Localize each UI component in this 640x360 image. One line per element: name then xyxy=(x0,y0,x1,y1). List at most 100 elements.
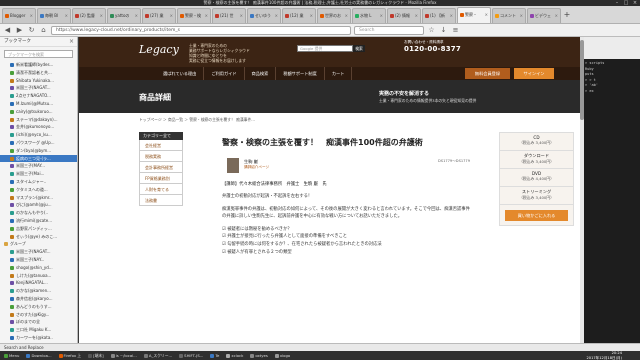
taskbar-item[interactable]: xlogo xyxy=(273,352,292,360)
browser-tab[interactable]: (12) 業 × xyxy=(282,8,316,23)
bookmark-item[interactable]: 米国三子(MAY... xyxy=(0,162,77,170)
tab-close-icon[interactable]: × xyxy=(170,9,173,23)
site-nav-item[interactable]: 選ばれている理由 xyxy=(156,67,205,80)
tab-close-icon[interactable]: × xyxy=(310,9,313,23)
browser-tab[interactable]: (2) 情報 × xyxy=(387,8,421,23)
home-icon[interactable]: ⌂ xyxy=(39,26,48,35)
browser-tab[interactable]: Blogger × xyxy=(2,8,36,23)
bookmark-item[interactable]: マスプラン(@kmr... xyxy=(0,194,77,202)
bookmark-item[interactable]: びに(@amh(@ju... xyxy=(0,201,77,209)
bookmark-item[interactable]: ステーマ(@dakayn)... xyxy=(0,116,77,124)
bookmark-item[interactable]: クタミスへの道... xyxy=(0,186,77,194)
site-nav-item[interactable]: 商品検索 xyxy=(245,67,277,80)
breadcrumb[interactable]: トップページ ＞ 商品一覧 ＞ 警察・検察の主張を覆す！ 痴漢事件... xyxy=(139,117,255,123)
tab-close-icon[interactable]: × xyxy=(380,9,383,23)
tab-close-icon[interactable]: × xyxy=(30,9,33,23)
bookmark-item[interactable]: のかな(@kamen... xyxy=(0,287,77,295)
bookmark-item[interactable]: のかなんもやり(.. xyxy=(0,209,77,217)
taskbar-item[interactable]: Menu xyxy=(2,352,21,360)
download-icon[interactable]: ↓ xyxy=(439,26,448,35)
author-profile-link[interactable]: 講師紹介ページ xyxy=(244,165,269,170)
taskbar-item[interactable]: Downloa... xyxy=(24,352,53,360)
category-item[interactable]: FP資格業務別 xyxy=(139,173,183,184)
bookmark-item[interactable]: さのすた(@Kigy... xyxy=(0,311,77,319)
browser-tab[interactable]: yattoの × xyxy=(107,8,141,23)
reload-icon[interactable]: ↻ xyxy=(27,26,36,35)
phone-number[interactable]: 0120-00-8377 xyxy=(404,45,461,53)
bookmark-folder[interactable]: グループ xyxy=(0,240,77,248)
tab-close-icon[interactable]: × xyxy=(240,9,243,23)
category-item[interactable]: 人財を育てる xyxy=(139,184,183,195)
bookmark-item[interactable]: M.Izumi(@Mutsu... xyxy=(0,100,77,108)
new-tab-icon[interactable]: + xyxy=(562,9,572,23)
tab-close-icon[interactable]: × xyxy=(520,9,523,23)
bookmark-search-input[interactable]: ブックマークを検索 xyxy=(4,50,73,58)
bookmark-item[interactable]: パウスワーグ @Up... xyxy=(0,139,77,147)
browser-tab[interactable]: 水物 L × xyxy=(352,8,386,23)
bookmark-item[interactable]: あんどうのもうす... xyxy=(0,303,77,311)
taskbar-item[interactable]: SHIFT-JS... xyxy=(177,352,205,360)
browser-tab[interactable]: 毎朝 Bl × xyxy=(37,8,71,23)
bookmark-item[interactable]: shogo(@shin_yd... xyxy=(0,264,77,272)
sidebar-close-icon[interactable]: × xyxy=(69,37,74,47)
tab-close-icon[interactable]: × xyxy=(485,8,488,22)
tab-close-icon[interactable]: × xyxy=(275,9,278,23)
taskbar-item[interactable]: [端末] xyxy=(86,352,106,360)
bookmark-item[interactable]: 三口社 Migaku K... xyxy=(0,326,77,334)
site-logo[interactable]: Legacy xyxy=(139,43,179,56)
browser-tab[interactable]: (1) 【新 × xyxy=(422,8,456,23)
browser-tab[interactable]: 警察・検 × xyxy=(177,8,211,23)
bookmark-item[interactable]: せぃう(@ye) みのこ... xyxy=(0,233,77,241)
forward-icon[interactable]: ▶ xyxy=(15,26,24,35)
bookmark-item[interactable]: 米国三子(NAY... xyxy=(0,256,77,264)
site-nav-item[interactable]: カート xyxy=(325,67,353,80)
bookmark-item[interactable]: (ichi)(@nyco_ku... xyxy=(0,131,77,139)
bookmark-item[interactable]: 米国三子(NAGAT... xyxy=(0,84,77,92)
tab-close-icon[interactable]: × xyxy=(555,9,558,23)
tab-close-icon[interactable]: × xyxy=(65,9,68,23)
register-button[interactable]: 無料会員登録 xyxy=(465,68,510,79)
taskbar-item[interactable]: ls ~/local... xyxy=(109,352,139,360)
bookmark-item[interactable]: 2点セナNAGATO... xyxy=(0,92,77,100)
bookmark-item[interactable]: しけた(@tanuoa... xyxy=(0,272,77,280)
bookmark-item[interactable]: cairy(@tsukoruo... xyxy=(0,108,77,116)
site-nav-item[interactable]: 税額サポート制度 xyxy=(276,67,325,80)
format-option[interactable]: DVD （税込み 4,400円） xyxy=(500,169,573,187)
bookmark-item[interactable]: 清潔不潔認者と共... xyxy=(0,69,77,77)
tab-close-icon[interactable]: × xyxy=(135,9,138,23)
format-option[interactable]: ダウンロード （税込み 3,400円） xyxy=(500,151,573,169)
add-to-cart-button[interactable]: 買い物かごに入れる xyxy=(505,210,568,221)
tab-close-icon[interactable]: × xyxy=(450,9,453,23)
site-search-input[interactable]: Google 提供 xyxy=(297,45,353,52)
bookmark-item[interactable]: 流行mimi(@cate... xyxy=(0,217,77,225)
tab-close-icon[interactable]: × xyxy=(415,9,418,23)
taskbar-item[interactable]: Te xyxy=(208,352,221,360)
search-bar[interactable]: Search xyxy=(354,25,424,35)
bookmark-item[interactable]: 米国三子(Mai... xyxy=(0,170,77,178)
back-icon[interactable]: ◀ xyxy=(3,26,12,35)
site-search-button[interactable]: 検索 xyxy=(353,45,365,52)
tab-close-icon[interactable]: × xyxy=(100,9,103,23)
browser-tab[interactable]: ビデウェ × xyxy=(527,8,561,23)
category-item[interactable]: 法務書 xyxy=(139,195,183,206)
bookmark-item[interactable]: 米国三子(NAGAT... xyxy=(0,248,77,256)
browser-tab[interactable]: 警察・ × xyxy=(457,7,491,23)
bookmark-item[interactable]: カーワーを(@kata.. xyxy=(0,334,77,342)
bookmark-star-icon[interactable]: ☆ xyxy=(427,26,436,35)
category-item[interactable]: 会社経営 xyxy=(139,140,183,151)
category-item[interactable]: 税務実務 xyxy=(139,151,183,162)
bookmark-item[interactable]: 疫病の三つ見-(ラ... xyxy=(0,154,77,163)
bookmark-item[interactable]: 金井(@kumonoyo... xyxy=(0,123,77,131)
url-bar[interactable]: https://www.legacy-cloud.net/ordinary_pr… xyxy=(51,25,351,35)
tab-close-icon[interactable]: × xyxy=(345,9,348,23)
bookmark-item[interactable]: 新米看護師(bydes... xyxy=(0,61,77,69)
taskbar-item[interactable]: xclock xyxy=(224,352,245,360)
format-option[interactable]: ストリーミング （税込み 3,400円） xyxy=(500,187,573,205)
browser-tab[interactable]: コメント × xyxy=(492,8,526,23)
bookmark-item[interactable]: ぼのまでの全 xyxy=(0,318,77,326)
bookmark-item[interactable]: ダン(bya(@bym... xyxy=(0,147,77,155)
menu-icon[interactable]: ≡ xyxy=(451,26,460,35)
browser-tab[interactable]: (21) 世 × xyxy=(212,8,246,23)
signin-button[interactable]: サインイン xyxy=(514,68,554,79)
bookmark-item[interactable]: Shibata Yukinaka... xyxy=(0,77,77,85)
